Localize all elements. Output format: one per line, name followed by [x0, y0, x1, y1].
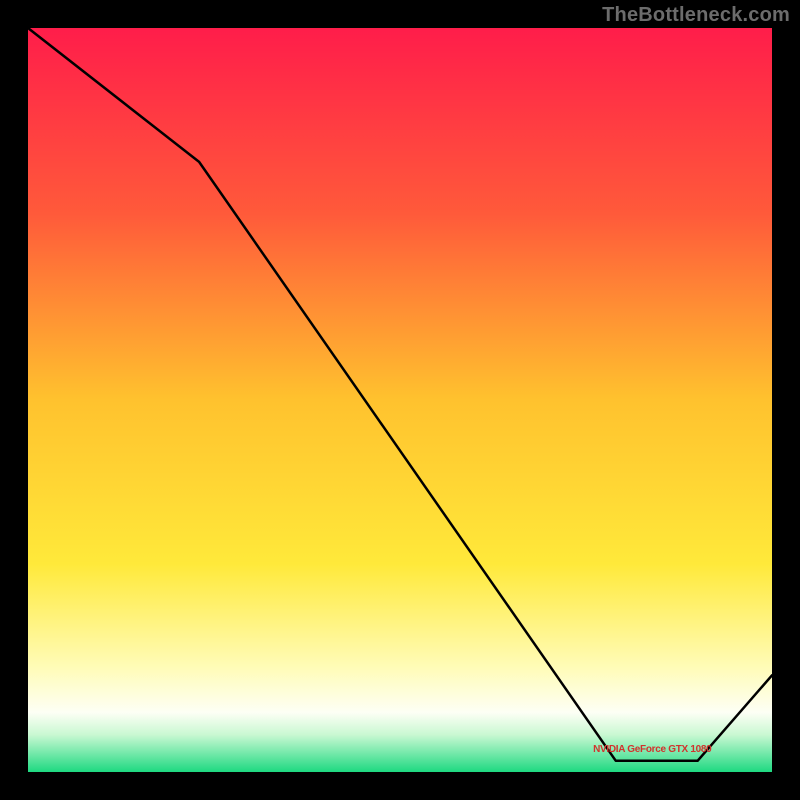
chart-background-gradient: [28, 28, 772, 772]
plot-area: NVIDIA GeForce GTX 1080: [28, 28, 772, 772]
chart-svg: [28, 28, 772, 772]
watermark-text: TheBottleneck.com: [602, 4, 790, 27]
gpu-annotation-label: NVIDIA GeForce GTX 1080: [593, 744, 711, 755]
chart-frame: TheBottleneck.com NVIDIA GeForce GTX 108…: [0, 0, 800, 800]
